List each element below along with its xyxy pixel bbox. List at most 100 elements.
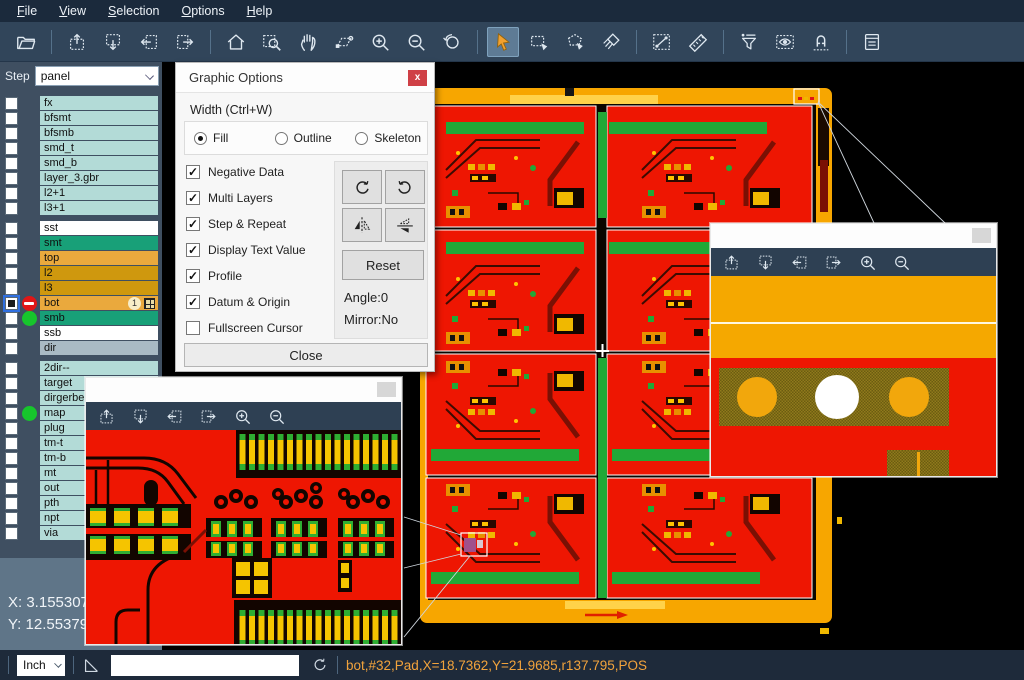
layer-visibility-checkbox[interactable] xyxy=(5,252,18,265)
zoom-in-button[interactable] xyxy=(364,27,396,57)
menu-item[interactable]: View xyxy=(48,0,97,22)
import-right-button[interactable] xyxy=(169,27,201,57)
layer-row[interactable]: sst xyxy=(0,221,162,235)
width-mode-radio[interactable]: Skeleton xyxy=(355,131,427,145)
layer-row[interactable]: ssb xyxy=(0,326,162,340)
magnifier-menu-button[interactable] xyxy=(377,382,396,397)
pan-down-icon[interactable] xyxy=(131,407,150,426)
layer-row[interactable]: smd_b xyxy=(0,156,162,170)
pan-button[interactable] xyxy=(292,27,324,57)
layer-row[interactable]: smd_t xyxy=(0,141,162,155)
pan-left-icon[interactable] xyxy=(790,253,809,272)
open-folder-button[interactable] xyxy=(10,27,42,57)
reset-button[interactable]: Reset xyxy=(342,250,424,280)
layer-cell[interactable]: smt xyxy=(40,236,158,250)
zoom-object-button[interactable] xyxy=(328,27,360,57)
pan-right-icon[interactable] xyxy=(199,407,218,426)
layer-cell[interactable]: fx xyxy=(40,96,158,110)
layer-visibility-checkbox[interactable] xyxy=(5,172,18,185)
layer-visibility-checkbox[interactable] xyxy=(5,267,18,280)
zoom-previous-button[interactable] xyxy=(436,27,468,57)
layer-visibility-checkbox[interactable] xyxy=(5,202,18,215)
layer-row[interactable]: bfsmb xyxy=(0,126,162,140)
layer-row[interactable]: fx xyxy=(0,96,162,110)
layer-row[interactable]: smt xyxy=(0,236,162,250)
zoom-window-button[interactable] xyxy=(256,27,288,57)
magnifier-titlebar[interactable] xyxy=(711,224,996,248)
layer-visibility-checkbox[interactable] xyxy=(5,127,18,140)
rectangle-select-button[interactable] xyxy=(523,27,555,57)
import-bottom-button[interactable] xyxy=(97,27,129,57)
magnifier-window-bottom[interactable] xyxy=(85,377,402,645)
layer-row[interactable]: l3 xyxy=(0,281,162,295)
layer-row[interactable]: layer_3.gbr xyxy=(0,171,162,185)
zoom-out-icon[interactable] xyxy=(892,253,911,272)
measure-distance-button[interactable] xyxy=(646,27,678,57)
zoom-out-button[interactable] xyxy=(400,27,432,57)
layer-row[interactable]: 2dir-- xyxy=(0,361,162,375)
layer-visibility-checkbox[interactable] xyxy=(5,327,18,340)
layer-visibility-checkbox[interactable] xyxy=(5,187,18,200)
layer-cell[interactable]: smd_b xyxy=(40,156,158,170)
rotate-ccw-button[interactable] xyxy=(385,170,425,204)
home-view-button[interactable] xyxy=(220,27,252,57)
display-option-checkbox[interactable]: Display Text Value xyxy=(186,237,336,263)
unit-select[interactable]: Inch xyxy=(17,655,65,676)
dialog-titlebar[interactable]: Graphic Options x xyxy=(176,63,434,93)
layer-visibility-checkbox[interactable] xyxy=(5,142,18,155)
layer-visibility-checkbox[interactable] xyxy=(5,97,18,110)
layer-cell[interactable]: layer_3.gbr xyxy=(40,171,158,185)
rotate-cw-button[interactable] xyxy=(342,170,382,204)
magnifier-titlebar[interactable] xyxy=(86,378,401,402)
pan-left-icon[interactable] xyxy=(165,407,184,426)
measure-ruler-button[interactable] xyxy=(682,27,714,57)
pan-up-icon[interactable] xyxy=(97,407,116,426)
pan-right-icon[interactable] xyxy=(824,253,843,272)
layer-visibility-checkbox[interactable] xyxy=(5,157,18,170)
width-mode-radio[interactable]: Outline xyxy=(275,131,347,145)
layer-visibility-checkbox[interactable] xyxy=(5,422,18,435)
layer-visibility-checkbox[interactable] xyxy=(5,312,18,325)
menu-item[interactable]: File xyxy=(6,0,48,22)
layer-visibility-checkbox[interactable] xyxy=(5,407,18,420)
layer-cell[interactable]: smb xyxy=(40,311,158,325)
menu-item[interactable]: Options xyxy=(170,0,235,22)
close-button[interactable]: Close xyxy=(184,343,428,367)
highlight-view-button[interactable] xyxy=(769,27,801,57)
layer-cell[interactable]: l3+1 xyxy=(40,201,158,215)
display-option-checkbox[interactable]: Negative Data xyxy=(186,159,336,185)
display-option-checkbox[interactable]: Multi Layers xyxy=(186,185,336,211)
display-option-checkbox[interactable]: Step & Repeat xyxy=(186,211,336,237)
display-option-checkbox[interactable]: Fullscreen Cursor xyxy=(186,315,336,341)
zoom-out-icon[interactable] xyxy=(267,407,286,426)
layer-cell[interactable]: top xyxy=(40,251,158,265)
layer-visibility-checkbox[interactable] xyxy=(5,362,18,375)
pan-down-icon[interactable] xyxy=(756,253,775,272)
layer-visibility-checkbox[interactable] xyxy=(5,342,18,355)
layer-visibility-checkbox[interactable] xyxy=(5,452,18,465)
command-input[interactable] xyxy=(111,655,299,676)
menu-item[interactable]: Help xyxy=(236,0,284,22)
layer-visibility-checkbox[interactable] xyxy=(5,497,18,510)
layer-row[interactable]: smb xyxy=(0,311,162,325)
report-button[interactable] xyxy=(856,27,888,57)
layer-cell[interactable]: l2 xyxy=(40,266,158,280)
layer-cell[interactable]: bfsmb xyxy=(40,126,158,140)
filter-button[interactable] xyxy=(733,27,765,57)
angle-mode-icon[interactable] xyxy=(82,656,101,675)
import-left-button[interactable] xyxy=(133,27,165,57)
layer-visibility-checkbox[interactable] xyxy=(5,222,18,235)
width-mode-radio[interactable]: Fill xyxy=(194,131,266,145)
step-select[interactable]: panel xyxy=(35,66,159,86)
layer-visibility-checkbox[interactable] xyxy=(5,482,18,495)
layer-row[interactable]: dir xyxy=(0,341,162,355)
pan-up-icon[interactable] xyxy=(722,253,741,272)
layer-visibility-checkbox[interactable] xyxy=(5,112,18,125)
layer-cell[interactable]: sst xyxy=(40,221,158,235)
dialog-close-button[interactable]: x xyxy=(408,70,427,86)
layer-visibility-checkbox[interactable] xyxy=(5,467,18,480)
layer-row[interactable]: l2+1 xyxy=(0,186,162,200)
mirror-horizontal-button[interactable] xyxy=(385,208,425,242)
layer-cell[interactable]: l3 xyxy=(40,281,158,295)
display-option-checkbox[interactable]: Profile xyxy=(186,263,336,289)
